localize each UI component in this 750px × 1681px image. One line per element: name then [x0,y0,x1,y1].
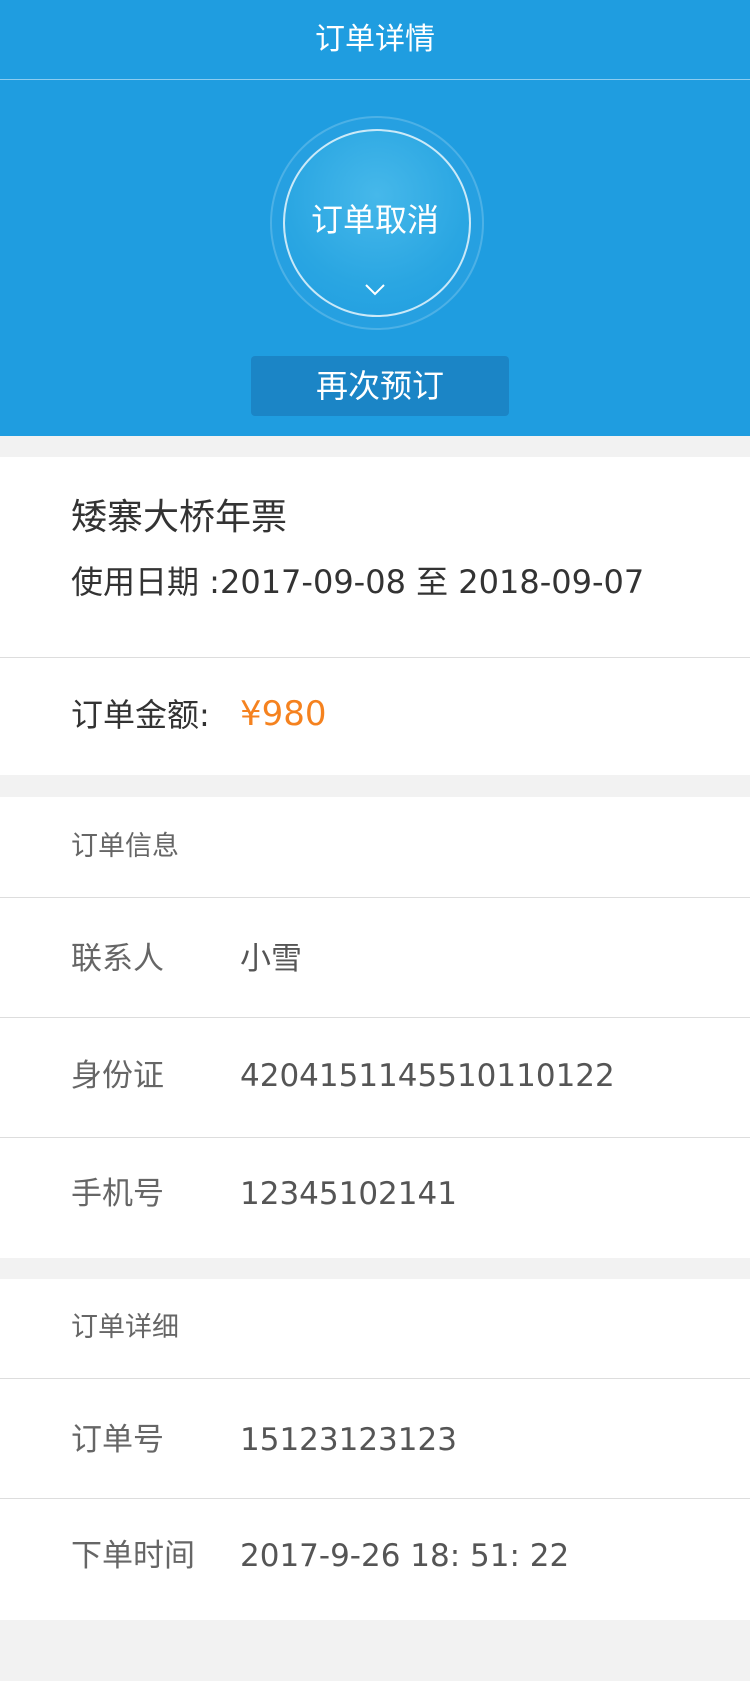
usage-end-date: 2018-09-07 [458,563,645,601]
page-title: 订单详情 [315,22,435,57]
contact-value: 小雪 [240,941,302,977]
contact-label: 联系人 [71,941,164,977]
order-detail-page: 订单详情 订单取消 再次预订 矮寨大桥年票 使用日期 :2017-09-08 至… [0,0,750,1681]
order-info-title: 订单信息 [71,831,179,862]
order-number-label: 订单号 [71,1422,164,1458]
usage-start-date: 2017-09-08 [219,563,406,601]
id-card-value: 4204151145510110122 [240,1058,615,1094]
divider [0,657,750,658]
divider [0,1017,750,1018]
order-time-label: 下单时间 [71,1538,195,1574]
rebook-button[interactable]: 再次预订 [251,356,509,416]
id-card-label: 身份证 [71,1058,164,1094]
divider [0,897,750,898]
order-number-value: 15123123123 [240,1422,457,1458]
divider [0,1137,750,1138]
divider [0,1498,750,1499]
usage-date: 使用日期 :2017-09-08 至 2018-09-07 [71,560,644,604]
order-time-value: 2017-9-26 18: 51: 22 [240,1538,570,1574]
divider [0,1378,750,1379]
order-detail-title: 订单详细 [71,1312,179,1343]
usage-label: 使用日期 : [71,563,220,601]
product-name: 矮寨大桥年票 [71,497,288,538]
phone-value: 12345102141 [240,1176,457,1212]
phone-label: 手机号 [71,1176,164,1212]
order-status-text: 订单取消 [310,201,439,239]
usage-separator: 至 [416,563,449,601]
order-header: 订单详情 订单取消 再次预订 [0,0,750,436]
chevron-down-icon [365,284,385,296]
nav-bar: 订单详情 [0,0,750,80]
amount-label: 订单金额: [71,696,210,734]
amount-value: ¥980 [240,694,327,734]
